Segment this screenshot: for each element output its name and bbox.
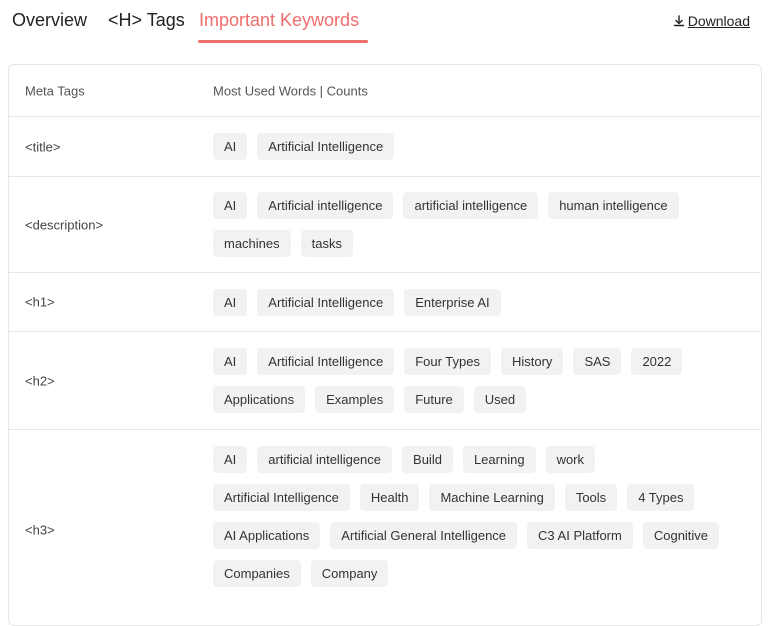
keyword-chip: Artificial Intelligence: [257, 348, 395, 375]
keyword-chip: tasks: [300, 230, 353, 257]
keyword-chip-list: AI Artificial Intelligence: [213, 133, 733, 160]
tab-overview[interactable]: Overview: [12, 10, 87, 31]
meta-tag-label: <h1>: [25, 294, 55, 310]
download-icon: [673, 15, 684, 27]
keyword-chip: AI: [213, 192, 248, 219]
keyword-chip: 2022: [631, 348, 683, 375]
keyword-chip: Artificial Intelligence: [213, 484, 350, 511]
keyword-chip: Future: [404, 386, 464, 413]
keyword-chip: Artificial intelligence: [257, 192, 394, 219]
meta-tag-label: <h3>: [25, 522, 55, 538]
keyword-chip: Company: [310, 560, 389, 587]
download-link[interactable]: Download: [673, 13, 750, 29]
keyword-chip: Tools: [564, 484, 618, 511]
table-row-h3: <h3> AI artificial intelligence Build Le…: [9, 430, 761, 625]
keyword-chip: Examples: [315, 386, 395, 413]
keyword-chip: Enterprise AI: [404, 289, 501, 316]
table-header-row: Meta Tags Most Used Words | Counts: [9, 65, 761, 117]
keyword-chip-list: AI artificial intelligence Build Learnin…: [213, 446, 733, 587]
keyword-chip: AI: [213, 348, 248, 375]
keyword-chip: Machine Learning: [429, 484, 555, 511]
table-row-description: <description> AI Artificial intelligence…: [9, 177, 761, 273]
keyword-chip: Artificial Intelligence: [257, 289, 395, 316]
tab-h-tags[interactable]: <H> Tags: [108, 10, 185, 31]
keyword-chip: Artificial Intelligence: [257, 133, 395, 160]
meta-tag-label: <description>: [25, 217, 104, 232]
keyword-chip: Cognitive: [642, 522, 720, 549]
meta-tag-label: <h2>: [25, 373, 55, 388]
keyword-chip: Applications: [213, 386, 306, 413]
keyword-chip: human intelligence: [548, 192, 679, 219]
keyword-chip: 4 Types: [627, 484, 695, 511]
keyword-chip: Artificial General Intelligence: [330, 522, 518, 549]
column-header-meta-tags: Meta Tags: [25, 83, 85, 98]
tab-bar: Overview <H> Tags Important Keywords Dow…: [0, 0, 768, 50]
keyword-chip: SAS: [573, 348, 622, 375]
keyword-chip: Four Types: [404, 348, 491, 375]
keyword-chip: AI: [213, 289, 248, 316]
keyword-chip: Companies: [213, 560, 301, 587]
download-label: Download: [687, 13, 750, 29]
keyword-chip: machines: [213, 230, 291, 257]
keyword-chip: Learning: [462, 446, 536, 473]
table-row-title: <title> AI Artificial Intelligence: [9, 117, 761, 177]
table-row-h1: <h1> AI Artificial Intelligence Enterpri…: [9, 273, 761, 332]
keyword-chip-list: AI Artificial intelligence artificial in…: [213, 192, 733, 257]
meta-tag-label: <title>: [25, 139, 61, 154]
keyword-chip: Build: [402, 446, 453, 473]
keyword-chip: artificial intelligence: [403, 192, 539, 219]
keyword-chip: Health: [359, 484, 420, 511]
column-header-most-used-words: Most Used Words | Counts: [213, 83, 368, 98]
keyword-chip-list: AI Artificial Intelligence Enterprise AI: [213, 289, 733, 316]
keyword-chip: AI: [213, 133, 248, 160]
tab-important-keywords[interactable]: Important Keywords: [199, 10, 359, 31]
keyword-chip: AI: [213, 446, 248, 473]
keywords-table: Meta Tags Most Used Words | Counts <titl…: [8, 64, 762, 626]
keyword-chip: C3 AI Platform: [527, 522, 633, 549]
keyword-chip: History: [500, 348, 564, 375]
keyword-chip: Used: [473, 386, 527, 413]
keyword-chip-list: AI Artificial Intelligence Four Types Hi…: [213, 348, 733, 413]
keyword-chip: work: [545, 446, 596, 473]
keyword-chip: artificial intelligence: [257, 446, 393, 473]
active-tab-indicator: [198, 40, 368, 43]
keyword-chip: AI Applications: [213, 522, 321, 549]
table-row-h2: <h2> AI Artificial Intelligence Four Typ…: [9, 332, 761, 430]
